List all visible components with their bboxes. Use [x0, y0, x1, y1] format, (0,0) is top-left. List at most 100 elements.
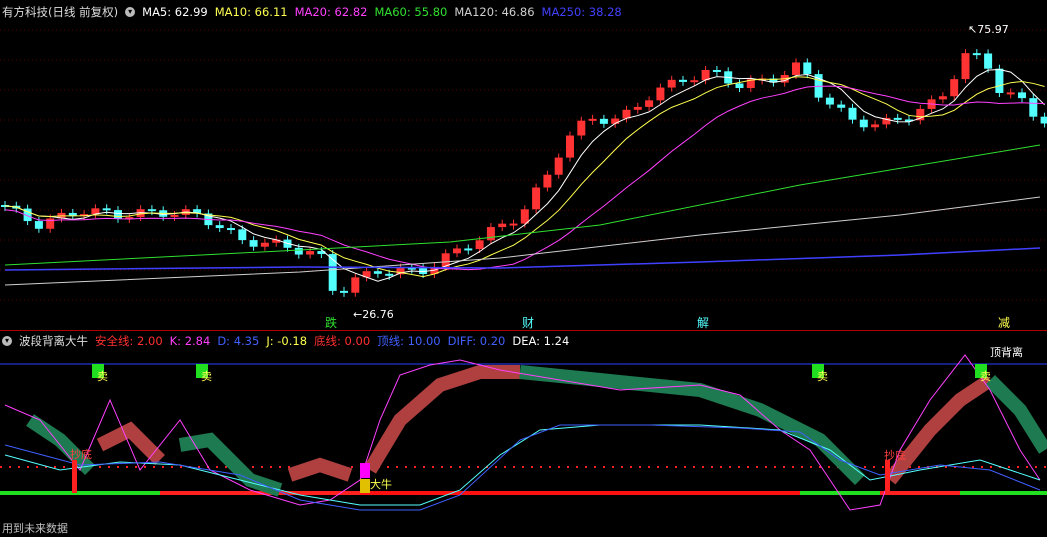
candle-down	[1018, 92, 1026, 99]
candle-up	[690, 80, 699, 83]
candle-up	[566, 135, 574, 158]
candle-up	[498, 223, 507, 228]
candle-up	[486, 227, 495, 241]
candle-up	[645, 100, 654, 107]
ma5-line	[4, 68, 1045, 282]
candle-down	[102, 208, 111, 211]
candle-down	[893, 117, 902, 120]
event-marker-0: 跌	[325, 315, 337, 330]
candle-down	[294, 247, 303, 255]
bull-block	[360, 463, 370, 478]
footer-note: 用到未来数据	[2, 522, 68, 535]
chevron-down-icon[interactable]: ▾	[2, 336, 12, 346]
d-label: D: 4.35	[217, 334, 260, 348]
candle-down	[1029, 98, 1038, 117]
candle-down	[599, 118, 608, 124]
sub-panel-title[interactable]: 波段背离大牛	[19, 333, 88, 349]
bottom-signal-label: 抄底	[884, 448, 906, 462]
chart-canvas: ↖75.97 ←26.76 跌 财 解 减卖 卖 卖 卖抄底 抄底大牛 顶背离	[0, 23, 1047, 511]
sell-signal-label: 卖	[817, 370, 828, 383]
candle-up	[453, 248, 461, 254]
candle-up	[532, 187, 541, 210]
safety-line-label: 安全线: 2.00	[95, 334, 163, 348]
candle-down	[464, 248, 473, 251]
candle-up	[306, 251, 315, 255]
bottom-line-segment	[0, 491, 160, 495]
candle-down	[385, 273, 394, 276]
top-divergence-label: 顶背离	[990, 345, 1023, 359]
candle-up	[588, 118, 597, 121]
ma60-label: MA60: 55.80	[374, 5, 448, 19]
candle-down	[825, 97, 834, 105]
bottom-line-segment	[360, 491, 800, 495]
candle-up	[520, 209, 529, 224]
k-label: K: 2.84	[169, 334, 211, 348]
candle-down	[837, 104, 846, 108]
candle-down	[1040, 116, 1047, 124]
ma20-line	[4, 85, 1045, 271]
candle-up	[260, 242, 269, 247]
buy-bar	[72, 460, 77, 493]
buy-bar	[885, 460, 890, 493]
dea-label: DEA: 1.24	[512, 334, 570, 348]
candle-up	[351, 277, 360, 293]
candle-up	[656, 87, 665, 101]
candle-up	[667, 79, 676, 88]
wave-band	[985, 375, 1047, 454]
wave-band	[363, 365, 520, 474]
sell-signal-label: 卖	[201, 370, 212, 383]
ma10-label: MA10: 66.11	[214, 5, 288, 19]
candle-down	[227, 228, 235, 231]
ma250-line	[4, 247, 1041, 271]
high-price-label: ↖75.97	[968, 23, 1009, 36]
candle-down	[340, 290, 348, 293]
candle-up	[509, 223, 518, 226]
event-marker-1: 财	[522, 316, 534, 330]
chevron-down-icon[interactable]: ▾	[125, 7, 136, 17]
sub-panel-header: ▾ 波段背离大牛 安全线: 2.00 K: 2.84 D: 4.35 J: -0…	[2, 331, 576, 351]
bottom-line-segment	[880, 491, 960, 495]
candle-up	[633, 106, 642, 110]
ma120-label: MA120: 46.86	[454, 5, 535, 19]
candle-down	[147, 209, 156, 212]
sell-signal-label: 卖	[980, 370, 991, 383]
bottom-line-segment	[960, 491, 1047, 495]
candle-up	[938, 96, 947, 100]
sell-signal-label: 卖	[97, 370, 108, 383]
candle-down	[735, 83, 744, 89]
event-marker-2: 解	[697, 316, 709, 330]
main-panel-header: 有方科技(日线 前复权) ▾ MA5: 62.99 MA10: 66.11 MA…	[2, 2, 629, 22]
candle-down	[848, 107, 857, 120]
ma10-line	[4, 76, 1045, 278]
wave-band	[287, 457, 353, 482]
candle-down	[995, 68, 1004, 93]
low-price-label: ←26.76	[353, 308, 394, 321]
candle-down	[373, 271, 382, 274]
candle-down	[215, 225, 224, 229]
candle-up	[554, 157, 563, 175]
j-label: J: -0.18	[266, 334, 308, 348]
candle-up	[475, 240, 484, 250]
candle-up	[577, 120, 586, 136]
candle-up	[1006, 92, 1015, 95]
bottom-signal-label: 抄底	[70, 447, 92, 461]
candle-down	[972, 53, 981, 56]
candle-down	[712, 69, 721, 72]
main-panel-title[interactable]: 有方科技(日线 前复权)	[2, 4, 118, 20]
candle-down	[238, 229, 247, 241]
bull-block-gold	[360, 479, 370, 493]
candle-up	[961, 53, 970, 80]
candle-down	[114, 210, 122, 219]
diff-label: DIFF: 0.20	[447, 334, 506, 348]
ma60-line	[4, 144, 1041, 266]
candle-up	[950, 79, 959, 97]
candle-down	[984, 53, 993, 69]
candle-up	[792, 62, 800, 75]
candle-up	[170, 214, 179, 217]
candle-down	[249, 240, 258, 247]
candle-up	[543, 174, 552, 188]
candle-down	[803, 62, 812, 75]
wave-band	[178, 432, 283, 497]
top-line-label: 顶线: 10.00	[377, 334, 441, 348]
candle-down	[34, 221, 43, 229]
